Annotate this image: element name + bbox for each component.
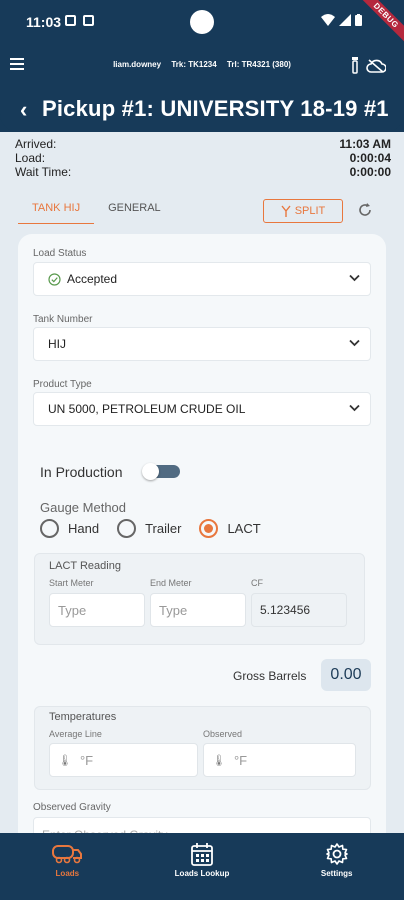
camera-cutout bbox=[190, 10, 214, 34]
main-content: Arrived: 11:03 AM Load: 0:00:04 Wait Tim… bbox=[0, 132, 404, 833]
arrived-value: 11:03 AM bbox=[339, 137, 391, 151]
load-status-value: Accepted bbox=[67, 272, 118, 286]
thermometer-icon: 🌡 bbox=[212, 754, 226, 767]
page-title: Pickup #1: UNIVERSITY 18-19 #1 bbox=[42, 96, 389, 121]
observed-label: Observed bbox=[203, 729, 243, 739]
nav-loads[interactable]: Loads bbox=[0, 833, 135, 900]
start-meter-label: Start Meter bbox=[49, 578, 94, 588]
calendar-icon bbox=[191, 843, 213, 866]
nav-loads-lookup-label: Loads Lookup bbox=[174, 869, 230, 878]
nav-settings-label: Settings bbox=[320, 869, 353, 878]
notification-icon bbox=[65, 15, 76, 26]
tank-gauge-icon[interactable] bbox=[350, 56, 360, 74]
wait-time-label: Wait Time: bbox=[15, 165, 72, 179]
product-type-value: UN 5000, PETROLEUM CRUDE OIL bbox=[48, 402, 246, 416]
app-header: liam.downey Trk: TK1234 Trl: TR4321 (380… bbox=[0, 44, 404, 132]
load-value: 0:00:04 bbox=[349, 151, 391, 165]
chevron-down-icon bbox=[349, 404, 360, 412]
nav-settings[interactable]: Settings bbox=[269, 833, 404, 900]
split-label: SPLIT bbox=[294, 205, 326, 217]
product-type-label: Product Type bbox=[33, 379, 92, 390]
nav-loads-label: Loads bbox=[55, 869, 80, 878]
split-button[interactable]: SPLIT bbox=[263, 199, 343, 223]
user-name: liam.downey bbox=[113, 60, 162, 69]
observed-gravity-input[interactable]: Enter Observed Gravity bbox=[33, 817, 371, 833]
tank-number-select[interactable]: HIJ bbox=[33, 327, 371, 361]
truck-icon bbox=[52, 845, 83, 864]
tank-number-label: Tank Number bbox=[33, 314, 93, 325]
in-production-toggle[interactable] bbox=[142, 463, 180, 480]
trailer-id: Trl: TR4321 (380) bbox=[226, 60, 291, 69]
radio-lact[interactable]: LACT bbox=[199, 519, 261, 538]
product-type-select[interactable]: UN 5000, PETROLEUM CRUDE OIL bbox=[33, 392, 371, 426]
status-time: 11:03 bbox=[26, 14, 62, 30]
battery-icon bbox=[355, 14, 362, 26]
gauge-method-radio-group: Hand Trailer LACT bbox=[40, 519, 279, 538]
gear-icon bbox=[325, 843, 348, 865]
in-production-label: In Production bbox=[40, 464, 123, 480]
observed-unit: °F bbox=[233, 752, 248, 768]
radio-trailer[interactable]: Trailer bbox=[117, 519, 181, 538]
average-line-unit: °F bbox=[79, 752, 94, 768]
notification-icon bbox=[83, 15, 94, 26]
gross-barrels-label: Gross Barrels bbox=[233, 669, 307, 683]
end-meter-label: End Meter bbox=[150, 578, 192, 588]
arrived-label: Arrived: bbox=[15, 137, 57, 151]
cf-label: CF bbox=[251, 578, 263, 588]
toggle-knob bbox=[142, 463, 159, 480]
average-line-label: Average Line bbox=[49, 729, 102, 739]
average-line-input[interactable]: 🌡 °F bbox=[49, 743, 198, 777]
load-row: Load: 0:00:04 bbox=[15, 151, 391, 165]
thermometer-icon: 🌡 bbox=[58, 754, 72, 767]
radio-lact-label: LACT bbox=[227, 521, 261, 536]
cf-value: 5.123456 bbox=[251, 593, 347, 627]
split-icon bbox=[281, 205, 291, 217]
wifi-icon bbox=[321, 14, 335, 26]
header-info: liam.downey Trk: TK1234 Trl: TR4321 (380… bbox=[0, 60, 404, 69]
chevron-down-icon bbox=[349, 339, 360, 347]
refresh-icon[interactable] bbox=[357, 202, 373, 218]
truck-id: Trk: TK1234 bbox=[171, 60, 217, 69]
radio-hand[interactable]: Hand bbox=[40, 519, 99, 538]
load-status-select[interactable]: Accepted bbox=[33, 262, 371, 296]
cloud-off-icon[interactable] bbox=[366, 59, 386, 73]
gauge-method-label: Gauge Method bbox=[40, 500, 127, 515]
radio-trailer-label: Trailer bbox=[145, 521, 182, 536]
tank-form-card: Load Status Accepted Tank Number HIJ Pro… bbox=[18, 234, 386, 833]
tab-bar: TANK HIJ GENERAL bbox=[18, 202, 175, 224]
nav-loads-lookup[interactable]: Loads Lookup bbox=[135, 833, 270, 900]
tank-number-value: HIJ bbox=[48, 337, 66, 351]
load-status-label: Load Status bbox=[33, 248, 87, 259]
observed-gravity-label: Observed Gravity bbox=[33, 802, 111, 813]
arrived-row: Arrived: 11:03 AM bbox=[15, 137, 391, 151]
wait-time-row: Wait Time: 0:00:00 bbox=[15, 165, 391, 179]
tab-general[interactable]: GENERAL bbox=[94, 202, 175, 224]
tab-tank-hij[interactable]: TANK HIJ bbox=[18, 202, 95, 224]
observed-temp-input[interactable]: 🌡 °F bbox=[203, 743, 356, 777]
temperatures-title: Temperatures bbox=[49, 711, 117, 723]
bottom-nav: Loads Loads Lookup Settings bbox=[0, 833, 404, 900]
back-button[interactable]: ‹ bbox=[20, 97, 27, 123]
temperatures-section: Temperatures Average Line 🌡 °F Observed … bbox=[34, 706, 371, 790]
radio-hand-label: Hand bbox=[68, 521, 100, 536]
lact-reading-section: LACT Reading Start Meter Type End Meter … bbox=[34, 553, 365, 645]
start-meter-input[interactable]: Type bbox=[49, 593, 145, 627]
signal-icon bbox=[339, 14, 351, 26]
system-icons bbox=[321, 14, 362, 26]
gross-barrels-value: 0.00 bbox=[321, 659, 371, 691]
load-label: Load: bbox=[15, 151, 46, 165]
status-bar: 11:03 DEBUG bbox=[0, 0, 404, 48]
time-summary: Arrived: 11:03 AM Load: 0:00:04 Wait Tim… bbox=[15, 137, 391, 179]
check-circle-icon bbox=[48, 272, 61, 286]
end-meter-input[interactable]: Type bbox=[150, 593, 246, 627]
lact-reading-title: LACT Reading bbox=[49, 560, 121, 572]
wait-time-value: 0:00:00 bbox=[349, 165, 391, 179]
chevron-down-icon bbox=[349, 274, 360, 282]
